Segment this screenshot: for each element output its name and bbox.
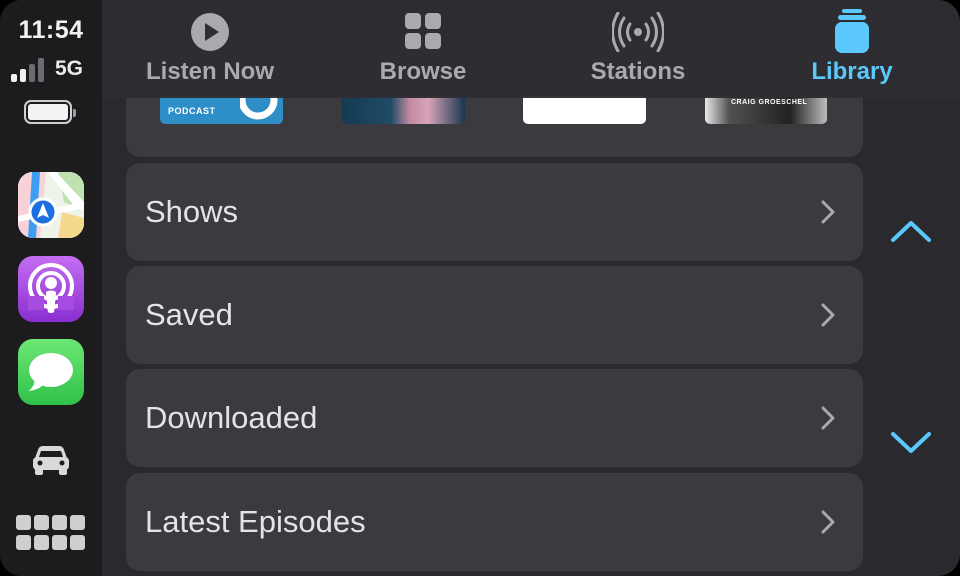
tab-label: Stations	[590, 58, 686, 85]
podcasts-app-icon[interactable]	[18, 256, 84, 322]
grid-icon	[405, 13, 441, 49]
network-type-label: 5G	[55, 57, 84, 80]
car-icon[interactable]	[29, 440, 73, 480]
artwork-caption: CRAIG GROESCHEL	[731, 99, 808, 106]
row-label: Shows	[145, 194, 239, 229]
tab-bar: Listen Now Browse Stations Library	[102, 0, 960, 98]
play-circle-icon	[191, 13, 229, 51]
library-row-downloaded[interactable]: Downloaded	[126, 369, 863, 467]
row-label: Latest Episodes	[145, 504, 366, 539]
tab-library[interactable]: Library	[794, 0, 910, 98]
chevron-right-icon	[821, 303, 835, 327]
chevron-right-icon	[821, 200, 835, 224]
app-grid-icon[interactable]	[16, 515, 86, 551]
library-row-shows[interactable]: Shows	[126, 163, 863, 261]
chevron-right-icon	[821, 510, 835, 534]
broadcast-icon	[612, 12, 664, 52]
chevron-down-icon[interactable]	[889, 428, 933, 458]
podcast-artwork[interactable]	[523, 96, 646, 124]
chevron-up-icon[interactable]	[889, 216, 933, 246]
tab-label: Library	[811, 58, 893, 85]
library-stack-icon	[835, 9, 869, 53]
tab-stations[interactable]: Stations	[574, 0, 702, 98]
tab-listen-now[interactable]: Listen Now	[130, 0, 290, 98]
messages-app-icon[interactable]	[18, 339, 84, 405]
podcast-artwork[interactable]: CRAIG GROESCHEL	[705, 96, 827, 124]
library-row-latest-episodes[interactable]: Latest Episodes	[126, 473, 863, 571]
status-time: 11:54	[18, 16, 84, 44]
podcast-artwork[interactable]: PODCAST	[160, 96, 283, 124]
library-row-saved[interactable]: Saved	[126, 266, 863, 364]
battery-icon	[24, 100, 76, 124]
chevron-right-icon	[821, 406, 835, 430]
carplay-dock: 11:54 5G	[0, 0, 102, 576]
tab-label: Listen Now	[145, 58, 274, 85]
cellular-signal-icon	[11, 58, 51, 82]
carplay-screen: 11:54 5G PODCAST CRAIG GROESCHEL Shows S…	[0, 0, 960, 576]
row-label: Downloaded	[145, 400, 318, 435]
tab-browse[interactable]: Browse	[363, 0, 483, 98]
maps-app-icon[interactable]	[18, 172, 84, 238]
row-label: Saved	[145, 297, 233, 332]
tab-label: Browse	[379, 58, 467, 85]
artwork-caption: PODCAST	[168, 106, 216, 116]
podcast-artwork[interactable]	[342, 96, 465, 124]
